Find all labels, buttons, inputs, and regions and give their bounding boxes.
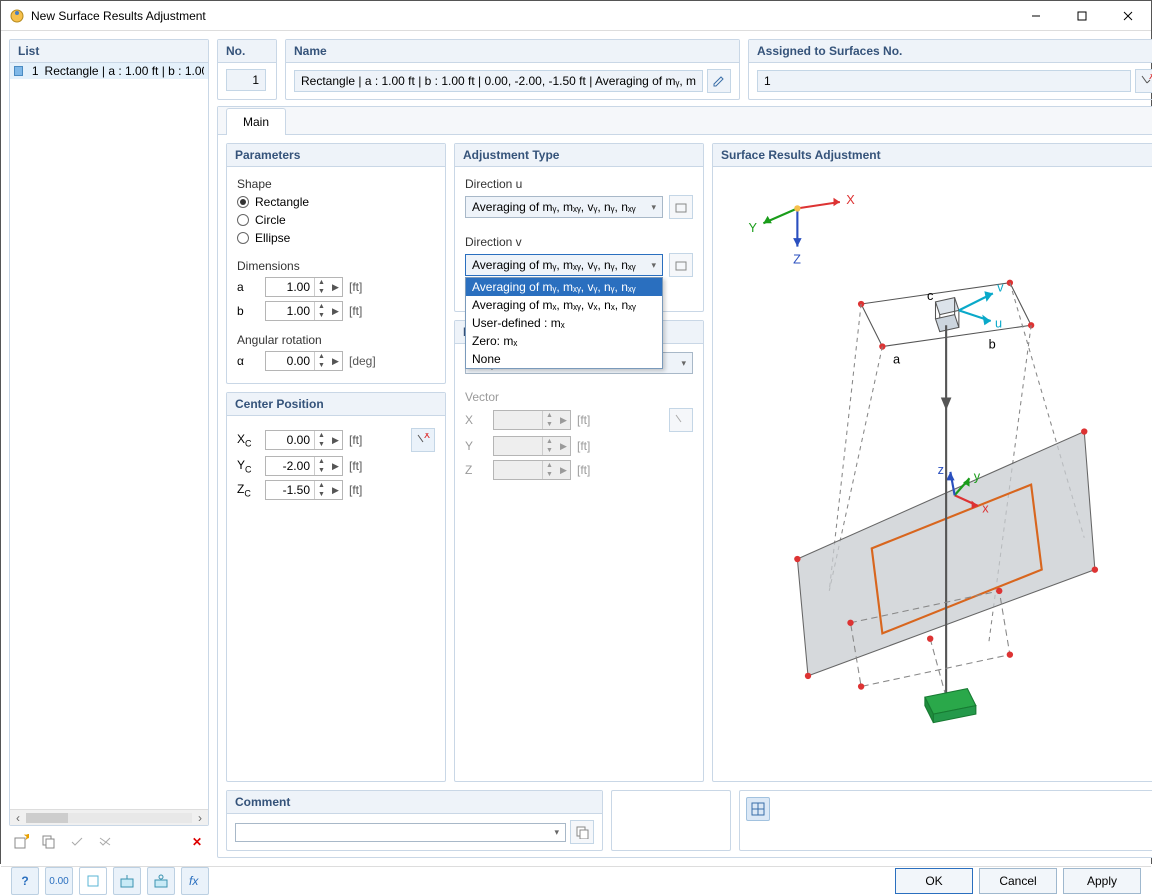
svg-text:c: c (927, 288, 934, 303)
window-title: New Surface Results Adjustment (31, 9, 1013, 23)
units-button[interactable]: 0.00 (45, 867, 73, 895)
direction-v-dropdown: Averaging of mᵧ, mₓᵧ, vᵧ, nᵧ, nₓᵧ Averag… (465, 277, 663, 369)
direction-u-edit-button[interactable] (669, 195, 693, 219)
alpha-input[interactable]: ▲▼▶ (265, 351, 343, 371)
center-group: Center Position XC ▲▼▶ [ft] x (226, 392, 446, 782)
edit-name-button[interactable] (707, 69, 731, 93)
yc-label: YC (237, 458, 259, 474)
svg-text:Z: Z (793, 252, 801, 267)
dropdown-option[interactable]: Averaging of mₓ, mₓᵧ, vₓ, nₓ, nₓᵧ (466, 296, 662, 314)
list-h-scrollbar[interactable]: ‹› (10, 809, 208, 825)
pick-center-button[interactable]: x (411, 428, 435, 452)
copy-item-button[interactable] (37, 830, 61, 854)
list-toolbar: ★ ✕ (9, 826, 209, 858)
svg-text:v: v (997, 279, 1004, 294)
shape-circle-radio[interactable]: Circle (237, 213, 435, 227)
tab-main[interactable]: Main (226, 108, 286, 135)
include-button (65, 830, 89, 854)
preview-group: Surface Results Adjustment X Y Z (712, 143, 1152, 782)
list-color-icon (14, 66, 23, 76)
apply-button[interactable]: Apply (1063, 868, 1141, 894)
svg-text:★: ★ (23, 834, 29, 843)
dropdown-option[interactable]: Zero: mₓ (466, 332, 662, 350)
shape-ellipse-radio[interactable]: Ellipse (237, 231, 435, 245)
new-item-button[interactable]: ★ (9, 830, 33, 854)
delete-item-button[interactable]: ✕ (185, 830, 209, 854)
list-item[interactable]: 1 Rectangle | a : 1.00 ft | b : 1.00 ft (10, 63, 208, 79)
preview-toolbar (739, 790, 1152, 851)
number-field: 1 (226, 69, 266, 91)
xc-label: XC (237, 432, 259, 448)
exclude-button (93, 830, 117, 854)
svg-text:x: x (424, 433, 430, 441)
zc-label: ZC (237, 482, 259, 498)
comment-panel: Comment ▾ (226, 790, 603, 851)
dim-a-input[interactable]: ▲▼▶ (265, 277, 343, 297)
dialog-footer: ? 0.00 fx OK Cancel Apply (1, 866, 1151, 895)
minimize-button[interactable] (1013, 1, 1059, 31)
vec-y-input: ▲▼▶ (493, 436, 571, 456)
xc-input[interactable]: ▲▼▶ (265, 430, 343, 450)
name-field: Rectangle | a : 1.00 ft | b : 1.00 ft | … (294, 70, 703, 92)
list-header: List (10, 40, 208, 63)
maximize-button[interactable] (1059, 1, 1105, 31)
direction-v-combo[interactable]: Averaging of mᵧ, mₓᵧ, vᵧ, nᵧ, nₓᵧ▾ (465, 254, 663, 276)
shape-rectangle-radio[interactable]: Rectangle (237, 195, 435, 209)
app-icon (9, 8, 25, 24)
titlebar: New Surface Results Adjustment (1, 1, 1151, 31)
svg-text:a: a (893, 352, 901, 367)
dim-b-input[interactable]: ▲▼▶ (265, 301, 343, 321)
vec-x-input: ▲▼▶ (493, 410, 571, 430)
preview-tool-button[interactable] (746, 797, 770, 821)
zc-input[interactable]: ▲▼▶ (265, 480, 343, 500)
svg-text:fx: fx (189, 874, 199, 888)
comment-side-panel (611, 790, 731, 851)
tool-button-4[interactable]: fx (181, 867, 209, 895)
svg-text:y: y (974, 468, 981, 483)
svg-text:z: z (938, 462, 944, 477)
dropdown-option[interactable]: Averaging of mᵧ, mₓᵧ, vᵧ, nᵧ, nₓᵧ (466, 278, 662, 296)
vec-z-input: ▲▼▶ (493, 460, 571, 480)
assigned-field[interactable]: 1 (757, 70, 1131, 92)
pick-surface-button[interactable]: x (1135, 69, 1152, 93)
yc-input[interactable]: ▲▼▶ (265, 456, 343, 476)
tool-button-3[interactable] (147, 867, 175, 895)
close-button[interactable] (1105, 1, 1151, 31)
dropdown-option[interactable]: None (466, 350, 662, 368)
help-button[interactable]: ? (11, 867, 39, 895)
svg-text:u: u (995, 315, 1002, 330)
pick-vector-button (669, 408, 693, 432)
comment-library-button[interactable] (570, 820, 594, 844)
preview-canvas: X Y Z (723, 175, 1148, 773)
ok-button[interactable]: OK (895, 868, 973, 894)
direction-v-edit-button[interactable] (669, 253, 693, 277)
svg-text:X: X (846, 192, 855, 207)
dropdown-option[interactable]: User-defined : mₓ (466, 314, 662, 332)
tab-bar: Main (218, 107, 1152, 135)
comment-combo[interactable]: ▾ (235, 823, 566, 842)
name-panel: Name Rectangle | a : 1.00 ft | b : 1.00 … (285, 39, 740, 100)
svg-text:x: x (982, 500, 989, 515)
svg-text:Y: Y (749, 220, 758, 235)
assigned-panel: Assigned to Surfaces No. 1 x (748, 39, 1152, 100)
list-panel: List 1 Rectangle | a : 1.00 ft | b : 1.0… (9, 39, 209, 826)
projection-group: Projection in Direction Perpendicular▾ V… (454, 320, 704, 782)
number-panel: No. 1 (217, 39, 277, 100)
parameters-group: Parameters Shape Rectangle Circle Ellips… (226, 143, 446, 384)
direction-u-combo[interactable]: Averaging of mᵧ, mₓᵧ, vᵧ, nᵧ, nₓᵧ▾ (465, 196, 663, 218)
svg-text:b: b (989, 337, 996, 352)
tool-button-2[interactable] (113, 867, 141, 895)
adjustment-group: Adjustment Type Direction u Averaging of… (454, 143, 704, 312)
cancel-button[interactable]: Cancel (979, 868, 1057, 894)
tool-button-1[interactable] (79, 867, 107, 895)
